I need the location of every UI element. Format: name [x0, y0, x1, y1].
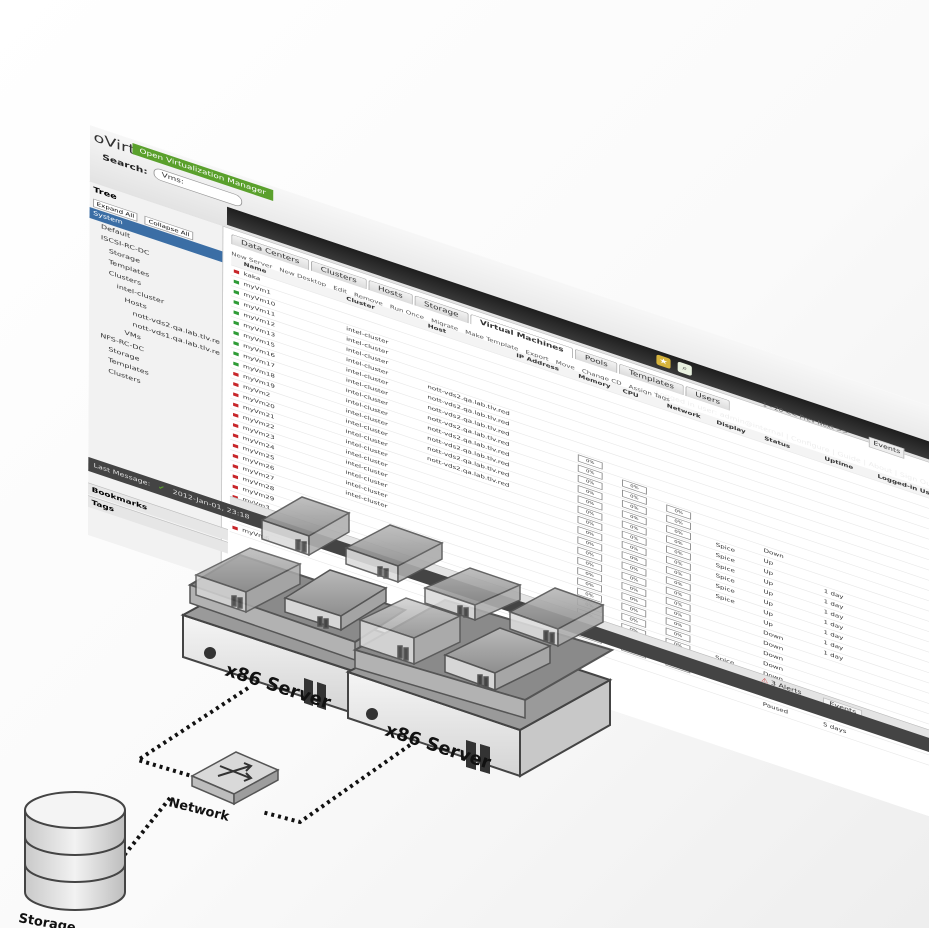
network-switch: Network — [167, 751, 280, 825]
vm-blade-4 — [344, 524, 444, 584]
server-1-power-icon — [204, 647, 216, 659]
infrastructure-diagram: x86 Server x86 Server Network Storage — [17, 496, 615, 928]
storage-label: Storage — [17, 911, 77, 928]
network-label: Network — [167, 795, 231, 825]
storage-cylinder: Storage — [17, 791, 126, 928]
server-2-power-icon — [366, 708, 378, 720]
link-network-storage — [120, 796, 172, 860]
scene: oVirt Open Virtualization Manager Search… — [0, 0, 929, 928]
link-server2-network — [261, 743, 412, 825]
vm-blade-2 — [260, 496, 351, 557]
